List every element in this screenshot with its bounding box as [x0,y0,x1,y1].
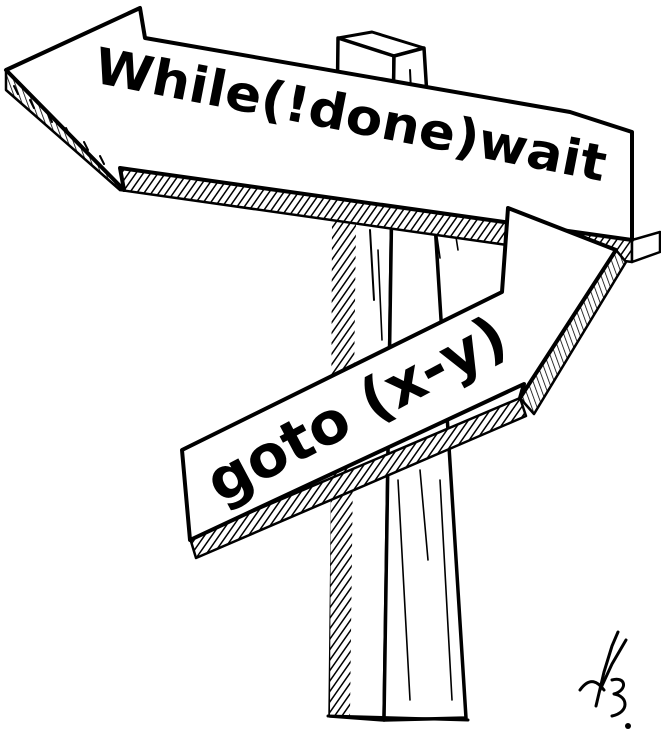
artist-signature [578,630,631,729]
signpost-illustration: While(!done)wait goto (x-y) [4,6,661,729]
